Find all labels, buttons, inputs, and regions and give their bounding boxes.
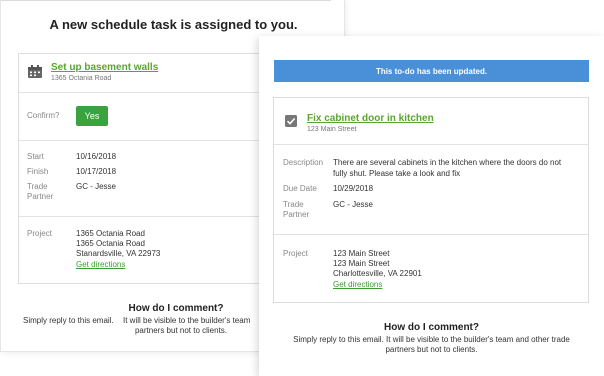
confirm-yes-button[interactable]: Yes	[76, 106, 108, 126]
calendar-icon	[28, 65, 42, 78]
start-value: 10/16/2018	[76, 152, 117, 161]
todo-details-box: Fix cabinet door in kitchen 123 Main Str…	[273, 97, 589, 303]
email-heading: A new schedule task is assigned to you.	[49, 17, 298, 32]
project-label: Project	[27, 229, 52, 238]
comment-visibility-text: It will be visible to the builder's team	[123, 316, 251, 325]
divider	[274, 144, 588, 145]
comment-heading: How do I comment?	[128, 303, 224, 314]
comment-instructions: Simply reply to this email. It will be v…	[293, 335, 570, 344]
finish-value: 10/17/2018	[76, 167, 117, 176]
todo-address: 123 Main Street	[307, 126, 357, 133]
update-banner: This to-do has been updated.	[274, 60, 589, 82]
project-address-line: 123 Main Street	[333, 249, 390, 258]
top-divider	[1, 0, 331, 1]
description-text: There are several cabinets in the kitche…	[333, 158, 562, 167]
todo-title-link[interactable]: Fix cabinet door in kitchen	[307, 113, 434, 124]
todo-updated-email: This to-do has been updated. Fix cabinet…	[259, 36, 604, 376]
project-city-line: Stanardsville, VA 22973	[76, 249, 161, 258]
comment-visibility-text-2: partners but not to clients.	[134, 326, 228, 335]
get-directions-link[interactable]: Get directions	[333, 280, 382, 290]
trade-partner-value: GC - Jesse	[333, 200, 374, 209]
start-label: Start	[27, 152, 44, 161]
trade-label: Trade	[27, 182, 48, 191]
checkbox-icon	[285, 115, 297, 127]
task-address: 1365 Octania Road	[51, 75, 112, 82]
finish-label: Finish	[27, 167, 49, 176]
trade-partner-value: GC - Jesse	[76, 182, 117, 191]
trade-label: Trade	[283, 200, 304, 209]
partner-label: Partner	[283, 210, 310, 219]
project-label: Project	[283, 249, 308, 258]
project-address-line: 123 Main Street	[333, 259, 390, 268]
comment-instructions-2: partners but not to clients.	[385, 345, 478, 354]
email-collage: A new schedule task is assigned to you. …	[0, 0, 604, 376]
get-directions-link[interactable]: Get directions	[76, 260, 125, 270]
due-date-value: 10/29/2018	[333, 184, 374, 193]
project-address-line: 1365 Octania Road	[76, 229, 145, 238]
project-city-line: Charlottesville, VA 22901	[333, 269, 422, 278]
task-title-link[interactable]: Set up basement walls	[51, 62, 158, 73]
description-text-2: fully shut. Please take a look and fix	[333, 169, 461, 178]
description-label: Description	[283, 158, 324, 167]
project-address-line: 1365 Octania Road	[76, 239, 145, 248]
comment-heading: How do I comment?	[384, 322, 479, 333]
confirm-label: Confirm?	[27, 111, 60, 120]
partner-label: Partner	[27, 192, 54, 201]
divider	[274, 234, 588, 235]
due-date-label: Due Date	[283, 184, 317, 193]
